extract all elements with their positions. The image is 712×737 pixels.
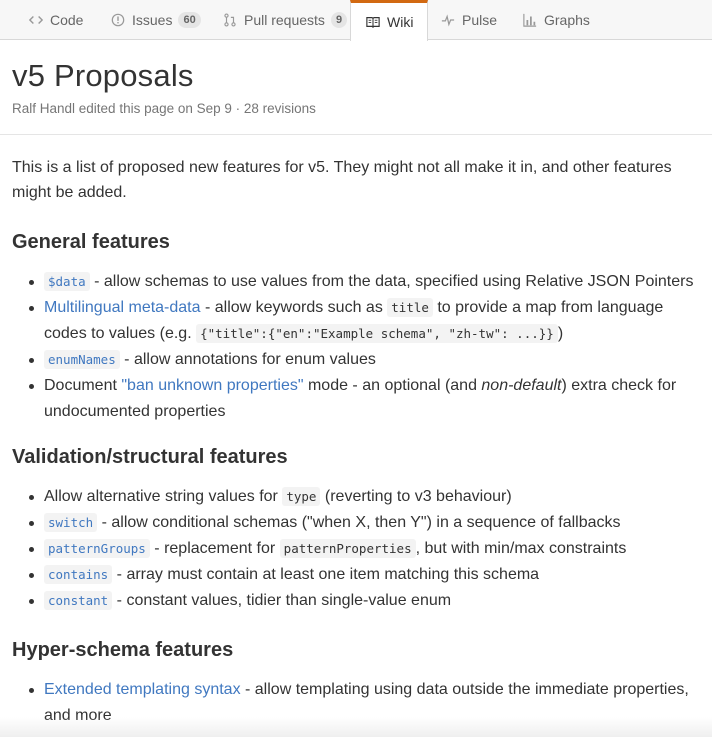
list-item: switch - allow conditional schemas ("whe… xyxy=(12,510,704,536)
validation-features-list: Allow alternative string values for type… xyxy=(12,484,704,614)
tab-pulse[interactable]: Pulse xyxy=(440,0,497,40)
issues-count-badge: 60 xyxy=(178,12,201,28)
inline-code-link[interactable]: switch xyxy=(44,513,98,532)
tab-label: Issues xyxy=(132,12,173,28)
section-heading-validation: Validation/structural features xyxy=(12,446,288,468)
inline-code-link[interactable]: contains xyxy=(44,565,113,584)
list-item: Document "ban unknown properties" mode -… xyxy=(12,373,704,425)
tab-label: Wiki xyxy=(387,14,414,30)
item-text: - constant values, tidier than single-va… xyxy=(112,592,452,609)
item-text: - allow schemas to use values from the d… xyxy=(89,273,694,290)
item-text: - array must contain at least one item m… xyxy=(112,566,540,583)
inline-code-link[interactable]: enumNames xyxy=(44,350,120,369)
pulse-icon xyxy=(440,12,456,28)
wiki-body: This is a list of proposed new features … xyxy=(12,155,704,729)
page-edit-meta: Ralf Handl edited this page on Sep 9 · 2… xyxy=(12,101,316,116)
inline-code-link[interactable]: $data xyxy=(44,272,90,291)
inline-code-link[interactable]: patternGroups xyxy=(44,539,150,558)
item-text: Document xyxy=(44,377,122,394)
code-icon xyxy=(28,12,44,28)
page-title: v5 Proposals xyxy=(12,58,194,93)
item-text: ) xyxy=(557,325,564,342)
book-icon xyxy=(365,14,381,30)
list-item: Multilingual meta-data - allow keywords … xyxy=(12,295,704,347)
inline-code: {"title":{"en":"Example schema", "zh-tw"… xyxy=(196,324,558,343)
inline-code: patternProperties xyxy=(279,539,416,558)
extended-templating-syntax-link[interactable]: Extended templating syntax xyxy=(44,681,241,698)
list-item: constant - constant values, tidier than … xyxy=(12,588,704,614)
tab-label: Pull requests xyxy=(244,12,325,28)
inline-code: type xyxy=(282,487,321,506)
tab-label: Code xyxy=(50,12,84,28)
item-text: - allow keywords such as xyxy=(200,299,388,316)
item-text: - allow annotations for enum values xyxy=(119,351,376,368)
section-heading-general: General features xyxy=(12,231,170,253)
item-text: Allow alternative string values for xyxy=(44,488,283,505)
tab-code[interactable]: Code xyxy=(28,0,83,40)
tab-graphs[interactable]: Graphs xyxy=(522,0,590,40)
tab-label: Pulse xyxy=(462,12,498,28)
inline-code: title xyxy=(387,298,433,317)
ban-unknown-properties-link[interactable]: "ban unknown properties" xyxy=(121,377,303,394)
item-emphasis: non-default xyxy=(481,377,562,394)
list-item: patternGroups - replacement for patternP… xyxy=(12,536,704,562)
pull-requests-count-badge: 9 xyxy=(330,12,348,28)
item-text: , but with min/max constraints xyxy=(415,540,627,557)
tab-wiki[interactable]: Wiki xyxy=(350,0,429,41)
graph-icon xyxy=(522,12,538,28)
issue-opened-icon xyxy=(110,12,126,28)
item-text: - allow conditional schemas ("when X, th… xyxy=(97,514,621,531)
list-item: contains - array must contain at least o… xyxy=(12,562,704,588)
item-text: (reverting to v3 behaviour) xyxy=(320,488,512,505)
list-item: Allow alternative string values for type… xyxy=(12,484,704,510)
bottom-fade xyxy=(0,717,712,737)
inline-code-link[interactable]: constant xyxy=(44,591,113,610)
list-item: enumNames - allow annotations for enum v… xyxy=(12,347,704,373)
repo-nav-tabs: Code Issues 60 Pull requests 9 Wiki Puls… xyxy=(0,0,712,41)
item-text: - replacement for xyxy=(149,540,280,557)
git-pull-request-icon xyxy=(222,12,238,28)
tab-pull-requests[interactable]: Pull requests 9 xyxy=(222,0,348,40)
item-text: mode - an optional (and xyxy=(303,377,482,394)
intro-paragraph: This is a list of proposed new features … xyxy=(12,159,672,201)
tab-issues[interactable]: Issues 60 xyxy=(110,0,201,40)
general-features-list: $data - allow schemas to use values from… xyxy=(12,269,704,425)
list-item: $data - allow schemas to use values from… xyxy=(12,269,704,295)
tab-label: Graphs xyxy=(544,12,590,28)
header-divider xyxy=(0,134,712,135)
section-heading-hyper: Hyper-schema features xyxy=(12,639,234,661)
multilingual-meta-data-link[interactable]: Multilingual meta-data xyxy=(44,299,201,316)
